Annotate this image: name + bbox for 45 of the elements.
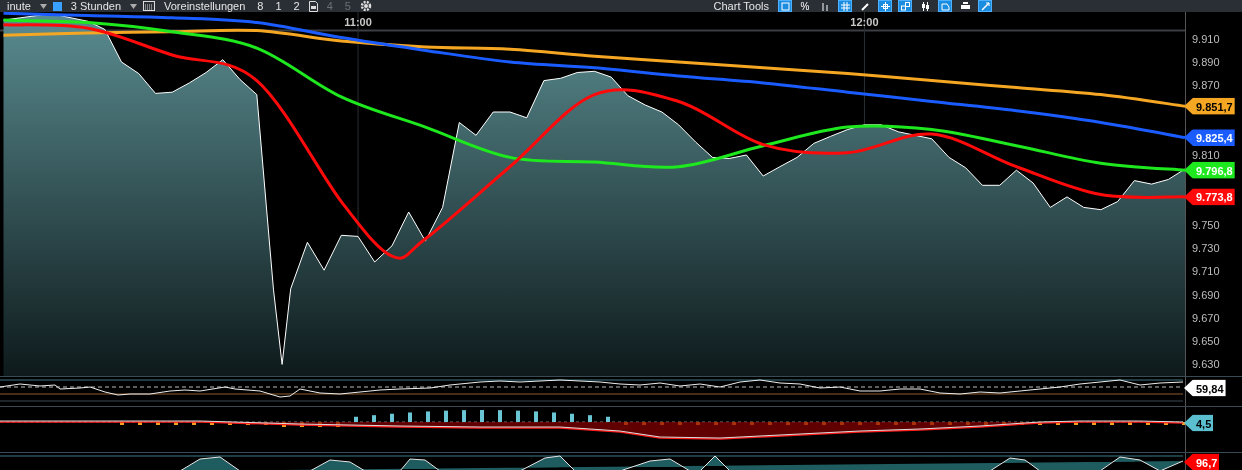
chart-tool-button[interactable] xyxy=(958,0,972,12)
price-tick: 9.910 xyxy=(1192,32,1220,45)
settings-icon[interactable] xyxy=(360,0,372,12)
presets-menu[interactable]: Voreinstellungen xyxy=(161,0,249,12)
pencil-icon xyxy=(860,1,870,11)
range-dropdown[interactable]: 3 Stunden xyxy=(67,0,124,12)
calendar-icon xyxy=(143,1,155,11)
chart-tools-label: Chart Tools xyxy=(712,0,770,12)
price-tag: 9.825,4 xyxy=(1184,129,1235,147)
layout-button[interactable]: 2 xyxy=(290,0,303,12)
caret-icon xyxy=(39,3,47,9)
value-tag: 96,7 xyxy=(1184,453,1220,470)
layout-button[interactable]: 8 xyxy=(254,0,267,12)
square-icon xyxy=(780,1,790,11)
shape-icon xyxy=(940,1,950,11)
price-tick: 9.630 xyxy=(1192,358,1220,371)
price-tag: 9.851,7 xyxy=(1184,97,1235,115)
layout-button[interactable]: 1 xyxy=(272,0,285,12)
bars-icon xyxy=(820,1,830,11)
price-tick: 9.670 xyxy=(1192,311,1220,324)
chart-tool-button[interactable]: % xyxy=(798,0,812,12)
price-tick: 9.870 xyxy=(1192,79,1220,92)
price-tick: 9.750 xyxy=(1192,218,1220,231)
price-tick: 9.730 xyxy=(1192,242,1220,255)
value-tag: 59,84 xyxy=(1184,379,1226,397)
interval-dropdown[interactable]: inute xyxy=(4,0,34,12)
crosshair-icon xyxy=(880,1,890,11)
grid-icon xyxy=(840,1,850,11)
price-tick: 9.710 xyxy=(1192,265,1220,278)
price-tag: 9.796,8 xyxy=(1184,161,1235,179)
squares-icon xyxy=(900,1,910,11)
candlestick-icon xyxy=(920,1,930,11)
time-label: 12:00 xyxy=(850,16,879,28)
price-tag: 9.773,8 xyxy=(1184,188,1235,206)
printer-icon xyxy=(960,1,970,11)
price-tick: 9.890 xyxy=(1192,56,1220,68)
color-square-icon xyxy=(52,1,62,11)
document-icon[interactable] xyxy=(308,0,318,12)
value-tag: 4,5 xyxy=(1184,414,1214,432)
caret-icon xyxy=(130,3,137,9)
pen-icon xyxy=(980,1,990,11)
price-tick: 9.650 xyxy=(1192,335,1220,348)
time-label: 11:00 xyxy=(344,16,372,28)
price-tick: 9.810 xyxy=(1192,149,1220,162)
price-tick: 9.690 xyxy=(1192,288,1220,301)
